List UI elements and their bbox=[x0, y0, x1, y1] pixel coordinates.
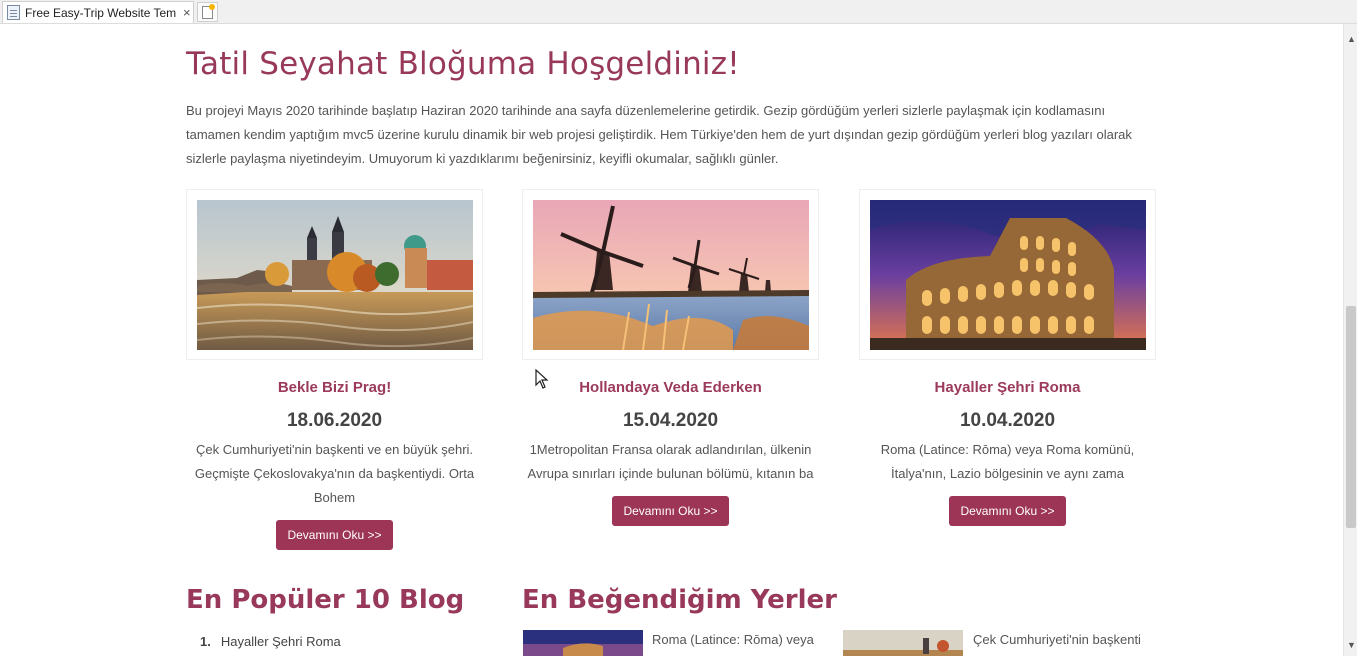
card-title[interactable]: Hayaller Şehri Roma bbox=[859, 379, 1156, 396]
page-title: Tatil Seyahat Bloğuma Hoşgeldiniz! bbox=[186, 46, 740, 82]
popular-item-number: 1. bbox=[200, 634, 211, 649]
read-more-button[interactable]: Devamını Oku >> bbox=[612, 496, 729, 526]
favorite-thumb-rome[interactable] bbox=[523, 630, 643, 656]
colosseum-photo[interactable] bbox=[870, 200, 1146, 350]
scroll-up-icon[interactable]: ▲ bbox=[1347, 34, 1356, 44]
favorite-item-text: Çek Cumhuriyeti'nin başkenti bbox=[973, 632, 1141, 647]
new-tab-button[interactable] bbox=[197, 2, 218, 22]
tab-title: Free Easy-Trip Website Tem... bbox=[25, 5, 177, 20]
intro-paragraph: Bu projeyi Mayıs 2020 tarihinde başlatıp… bbox=[186, 103, 1132, 166]
card-image-frame bbox=[522, 189, 819, 360]
windmill-photo[interactable] bbox=[533, 200, 809, 350]
favorite-places-title: En Beğendiğim Yerler bbox=[522, 585, 837, 615]
popular-list-item[interactable]: 1. Hayaller Şehri Roma bbox=[200, 634, 341, 649]
scrollbar-thumb[interactable] bbox=[1346, 306, 1356, 528]
page-scrollbar[interactable]: ▲ ▼ bbox=[1343, 24, 1357, 656]
close-icon[interactable]: × bbox=[183, 5, 191, 20]
browser-tab[interactable]: Free Easy-Trip Website Tem... × bbox=[2, 1, 194, 23]
blog-card-rome: Hayaller Şehri Roma 10.04.2020 Roma (Lat… bbox=[859, 189, 1156, 526]
blog-card-netherlands: Hollandaya Veda Ederken 15.04.2020 1Metr… bbox=[522, 189, 819, 526]
card-description: 1Metropolitan Fransa olarak adlandırılan… bbox=[527, 442, 814, 481]
card-image-frame bbox=[186, 189, 483, 360]
card-description: Roma (Latince: Rōma) veya Roma komünü, İ… bbox=[880, 442, 1135, 481]
new-tab-icon bbox=[202, 3, 215, 19]
card-date: 15.04.2020 bbox=[622, 410, 719, 431]
popular-blogs-title: En Popüler 10 Blog bbox=[186, 585, 465, 615]
page-icon bbox=[7, 5, 20, 20]
browser-tab-bar: Free Easy-Trip Website Tem... × bbox=[0, 0, 1357, 24]
read-more-button[interactable]: Devamını Oku >> bbox=[949, 496, 1066, 526]
favorite-thumb-prague[interactable] bbox=[843, 630, 963, 656]
card-description: Çek Cumhuriyeti'nin başkenti ve en büyük… bbox=[194, 442, 475, 505]
card-image-frame bbox=[859, 189, 1156, 360]
popular-item-label[interactable]: Hayaller Şehri Roma bbox=[221, 634, 341, 649]
card-title[interactable]: Bekle Bizi Prag! bbox=[186, 379, 483, 396]
card-date: 10.04.2020 bbox=[959, 410, 1056, 431]
card-date: 18.06.2020 bbox=[286, 410, 383, 431]
read-more-button[interactable]: Devamını Oku >> bbox=[276, 520, 393, 550]
card-title[interactable]: Hollandaya Veda Ederken bbox=[522, 379, 819, 396]
blog-card-prague: Bekle Bizi Prag! 18.06.2020 Çek Cumhuriy… bbox=[186, 189, 483, 550]
favorite-item-text: Roma (Latince: Rōma) veya bbox=[652, 632, 814, 647]
scroll-down-icon[interactable]: ▼ bbox=[1347, 640, 1356, 650]
mouse-cursor-icon bbox=[535, 369, 549, 389]
prague-photo[interactable] bbox=[197, 200, 473, 350]
